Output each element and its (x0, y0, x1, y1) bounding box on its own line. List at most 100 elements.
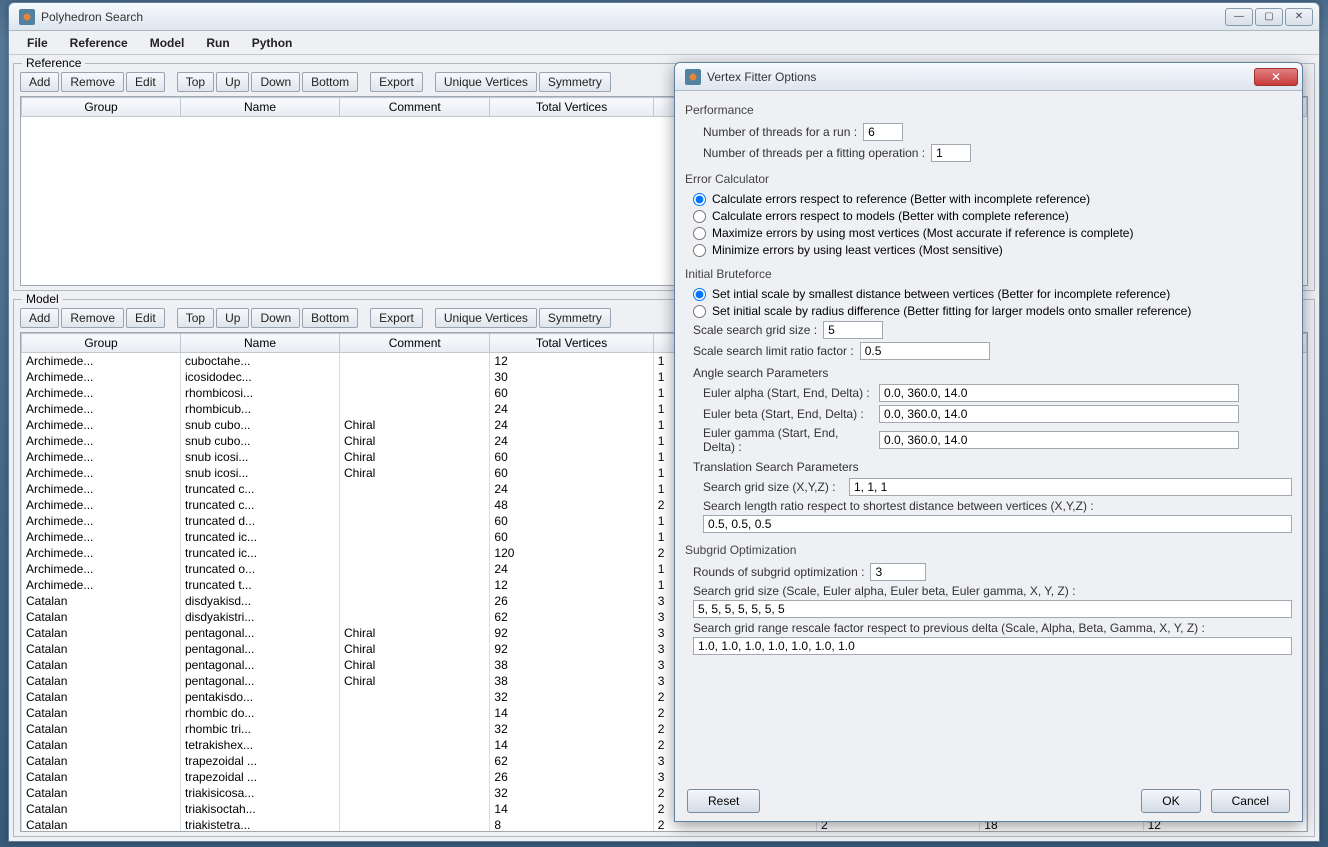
table-cell (340, 721, 490, 737)
table-cell: Catalan (22, 769, 181, 785)
table-cell: disdyakisd... (181, 593, 340, 609)
ref-bottom-button[interactable]: Bottom (302, 72, 358, 92)
ref-symmetry-button[interactable]: Symmetry (539, 72, 611, 92)
model-bottom-button[interactable]: Bottom (302, 308, 358, 328)
scale-opt1-label: Set intial scale by smallest distance be… (712, 287, 1170, 301)
table-cell: Archimede... (22, 577, 181, 593)
table-cell: snub cubo... (181, 433, 340, 449)
table-cell: Archimede... (22, 481, 181, 497)
table-cell: Chiral (340, 641, 490, 657)
table-cell: Chiral (340, 449, 490, 465)
menu-reference[interactable]: Reference (60, 34, 138, 52)
table-cell: 38 (490, 657, 653, 673)
threads-run-input[interactable] (863, 123, 903, 141)
threads-fit-input[interactable] (931, 144, 971, 162)
ref-add-button[interactable]: Add (20, 72, 59, 92)
column-header[interactable]: Comment (340, 98, 490, 117)
model-symmetry-button[interactable]: Symmetry (539, 308, 611, 328)
table-cell: pentagonal... (181, 673, 340, 689)
err-opt4-label: Minimize errors by using least vertices … (712, 243, 1003, 257)
beta-input[interactable] (879, 405, 1239, 423)
menu-file[interactable]: File (17, 34, 58, 52)
cancel-button[interactable]: Cancel (1211, 789, 1290, 813)
column-header[interactable]: Name (181, 98, 340, 117)
ok-button[interactable]: OK (1141, 789, 1200, 813)
menu-run[interactable]: Run (196, 34, 239, 52)
table-cell: triakisicosa... (181, 785, 340, 801)
ref-edit-button[interactable]: Edit (126, 72, 165, 92)
table-cell: 26 (490, 593, 653, 609)
table-cell: Catalan (22, 609, 181, 625)
table-cell: 38 (490, 673, 653, 689)
rounds-label: Rounds of subgrid optimization : (693, 565, 864, 579)
table-cell: 62 (490, 609, 653, 625)
java-icon (19, 9, 35, 25)
column-header[interactable]: Total Vertices (490, 334, 653, 353)
column-header[interactable]: Total Vertices (490, 98, 653, 117)
maximize-button[interactable]: ▢ (1255, 8, 1283, 26)
err-opt2-radio[interactable] (693, 210, 706, 223)
table-cell (340, 497, 490, 513)
table-cell: pentagonal... (181, 657, 340, 673)
sub-rescale-label: Search grid range rescale factor respect… (693, 621, 1205, 635)
sub-grid-input[interactable] (693, 600, 1292, 618)
column-header[interactable]: Group (22, 334, 181, 353)
minimize-button[interactable]: — (1225, 8, 1253, 26)
scale-grid-input[interactable] (823, 321, 883, 339)
ref-top-button[interactable]: Top (177, 72, 214, 92)
table-cell: 32 (490, 785, 653, 801)
model-up-button[interactable]: Up (216, 308, 249, 328)
table-cell: Catalan (22, 817, 181, 833)
table-cell: Catalan (22, 625, 181, 641)
table-cell: 120 (490, 545, 653, 561)
scale-ratio-input[interactable] (860, 342, 990, 360)
err-opt3-radio[interactable] (693, 227, 706, 240)
model-down-button[interactable]: Down (251, 308, 300, 328)
err-opt4-radio[interactable] (693, 244, 706, 257)
scale-opt1-radio[interactable] (693, 288, 706, 301)
ref-up-button[interactable]: Up (216, 72, 249, 92)
model-unique-vertices-button[interactable]: Unique Vertices (435, 308, 537, 328)
reset-button[interactable]: Reset (687, 789, 760, 813)
table-cell: 62 (490, 753, 653, 769)
table-cell: Archimede... (22, 545, 181, 561)
err-opt1-radio[interactable] (693, 193, 706, 206)
table-cell (340, 769, 490, 785)
table-cell: rhombic do... (181, 705, 340, 721)
table-cell: Chiral (340, 465, 490, 481)
model-add-button[interactable]: Add (20, 308, 59, 328)
column-header[interactable]: Group (22, 98, 181, 117)
model-edit-button[interactable]: Edit (126, 308, 165, 328)
column-header[interactable]: Name (181, 334, 340, 353)
sub-rescale-input[interactable] (693, 637, 1292, 655)
ref-export-button[interactable]: Export (370, 72, 423, 92)
menu-model[interactable]: Model (140, 34, 195, 52)
tgrid-input[interactable] (849, 478, 1292, 496)
menu-python[interactable]: Python (242, 34, 303, 52)
table-cell: 24 (490, 561, 653, 577)
table-cell: Archimede... (22, 385, 181, 401)
alpha-input[interactable] (879, 384, 1239, 402)
close-button[interactable]: ✕ (1285, 8, 1313, 26)
ref-remove-button[interactable]: Remove (61, 72, 124, 92)
tlen-input[interactable] (703, 515, 1292, 533)
beta-label: Euler beta (Start, End, Delta) : (703, 407, 873, 421)
scale-ratio-label: Scale search limit ratio factor : (693, 344, 854, 358)
column-header[interactable]: Comment (340, 334, 490, 353)
ref-down-button[interactable]: Down (251, 72, 300, 92)
table-cell: 24 (490, 481, 653, 497)
gamma-input[interactable] (879, 431, 1239, 449)
table-cell: Catalan (22, 721, 181, 737)
model-top-button[interactable]: Top (177, 308, 214, 328)
scale-opt2-radio[interactable] (693, 305, 706, 318)
table-cell: Catalan (22, 673, 181, 689)
model-export-button[interactable]: Export (370, 308, 423, 328)
table-cell: 60 (490, 449, 653, 465)
model-remove-button[interactable]: Remove (61, 308, 124, 328)
table-cell: rhombic tri... (181, 721, 340, 737)
table-cell: snub cubo... (181, 417, 340, 433)
ref-unique-vertices-button[interactable]: Unique Vertices (435, 72, 537, 92)
table-cell: 48 (490, 497, 653, 513)
dialog-close-button[interactable]: ✕ (1254, 68, 1298, 86)
rounds-input[interactable] (870, 563, 926, 581)
